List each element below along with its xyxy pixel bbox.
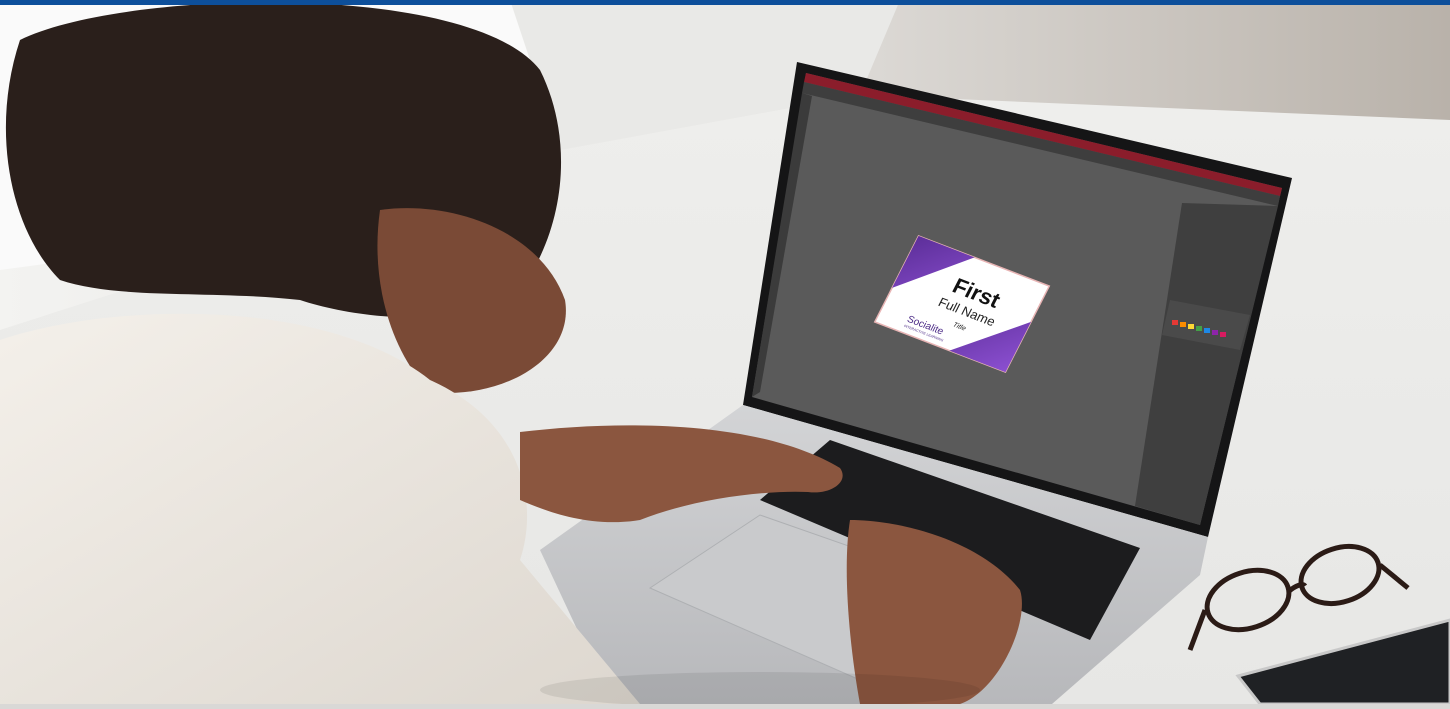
top-accent-bar [0,0,1450,5]
photo-illustration: First Full Name Title Socialite INTERACT… [0,0,1450,708]
photo-scene: First Full Name Title Socialite INTERACT… [0,0,1450,708]
